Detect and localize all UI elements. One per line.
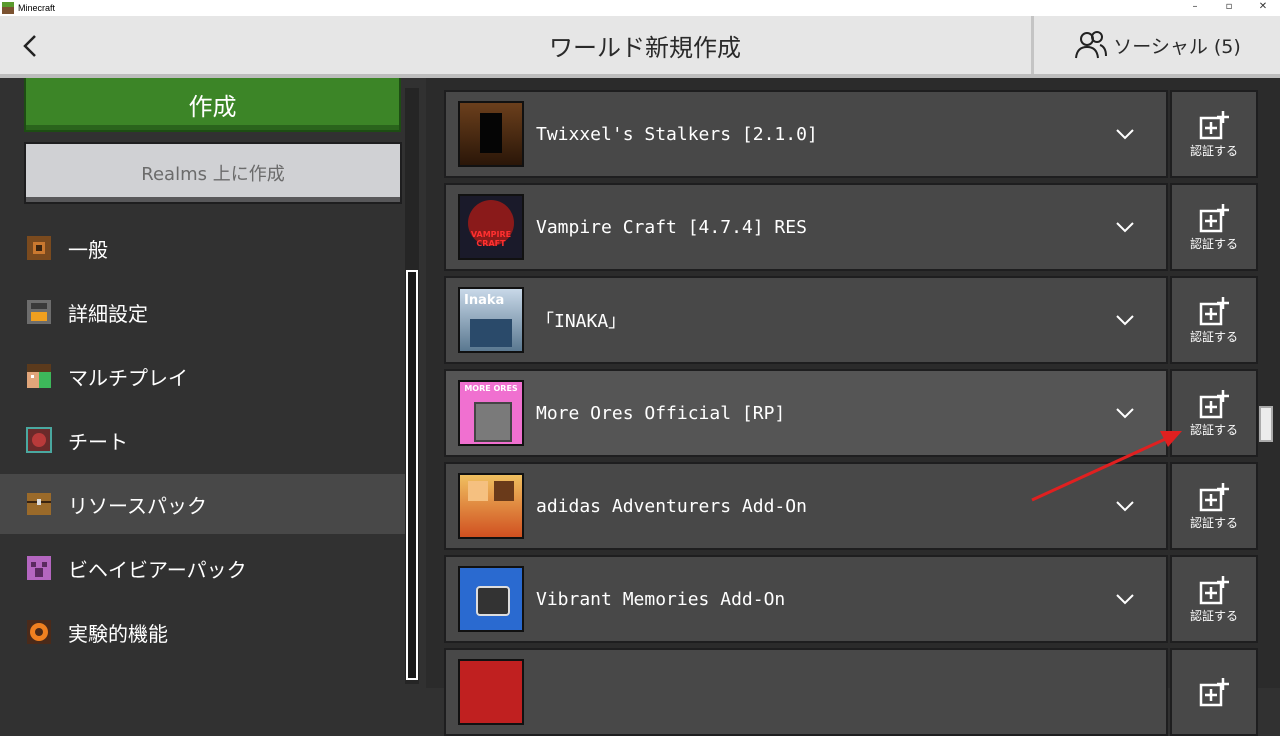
sidebar-scrollbar-thumb[interactable] xyxy=(406,270,418,680)
pack-name: Vampire Craft [4.7.4] RES xyxy=(536,216,807,238)
add-pack-icon xyxy=(1199,575,1229,604)
flask-icon xyxy=(27,620,51,644)
players-icon xyxy=(27,364,51,388)
sidebar-item-label: リソースパック xyxy=(68,493,207,518)
pack-list-scrollbar-thumb[interactable] xyxy=(1259,406,1273,442)
header-bar: ワールド新規作成 ソーシャル (5) xyxy=(0,16,1280,78)
window-title: Minecraft xyxy=(18,3,56,13)
sidebar-item-cheats[interactable]: チート xyxy=(0,410,405,470)
pack-icon xyxy=(458,659,524,725)
window-titlebar: Minecraft – ▫ ✕ xyxy=(0,0,1280,16)
authenticate-button[interactable] xyxy=(1170,648,1258,736)
create-on-realms-button[interactable]: Realms 上に作成 xyxy=(24,142,402,204)
pack-name: 「INAKA」 xyxy=(536,311,627,332)
sidebar-item-general[interactable]: 一般 xyxy=(0,218,405,278)
pack-row-main[interactable]: Inaka 「INAKA」 xyxy=(444,276,1168,364)
add-pack-icon xyxy=(1199,678,1229,707)
pack-icon-text: Inaka xyxy=(464,293,505,308)
authenticate-label: 認証する xyxy=(1189,236,1238,251)
social-label: ソーシャル (5) xyxy=(1113,35,1241,58)
add-pack-icon xyxy=(1199,110,1229,139)
pack-icon: MORE ORES xyxy=(458,380,524,446)
creeper-icon xyxy=(27,556,51,580)
sidebar-item-resource-packs[interactable]: リソースパック xyxy=(0,474,405,534)
command-block-icon xyxy=(26,427,52,453)
authenticate-button[interactable]: 認証する xyxy=(1170,462,1258,550)
chest-icon xyxy=(27,493,51,515)
pack-row: adidas Adventurers Add-On 認証する xyxy=(444,462,1258,550)
add-pack-icon xyxy=(1199,296,1229,325)
sidebar-item-advanced-settings[interactable]: 詳細設定 xyxy=(0,282,405,342)
pack-icon-text: MORE ORES xyxy=(464,384,518,393)
authenticate-label: 認証する xyxy=(1189,515,1238,530)
chevron-down-icon[interactable] xyxy=(1110,496,1140,517)
pack-row: Twixxel's Stalkers [2.1.0] 認証する xyxy=(444,90,1258,178)
sidebar-item-experiments[interactable]: 実験的機能 xyxy=(0,602,405,662)
pack-row-main[interactable]: Vibrant Memories Add-On xyxy=(444,555,1168,643)
chevron-down-icon[interactable] xyxy=(1110,310,1140,331)
pack-row: Inaka 「INAKA」 認証する xyxy=(444,276,1258,364)
chevron-down-icon[interactable] xyxy=(1110,589,1140,610)
pack-icon xyxy=(458,101,524,167)
sidebar: 作成 Realms 上に作成 一般 詳細設定 マルチプレイ チート リソースパッ… xyxy=(0,78,426,688)
sidebar-item-label: 一般 xyxy=(68,237,108,262)
pack-name: adidas Adventurers Add-On xyxy=(536,495,807,517)
pack-icon xyxy=(458,473,524,539)
window-controls: – ▫ ✕ xyxy=(1178,0,1280,16)
pack-row xyxy=(444,648,1258,736)
sidebar-item-label: 詳細設定 xyxy=(68,301,148,326)
add-pack-icon xyxy=(1199,203,1229,232)
social-button[interactable]: ソーシャル (5) xyxy=(1031,16,1280,74)
minecraft-app-icon xyxy=(2,2,14,14)
create-button[interactable]: 作成 xyxy=(24,78,401,132)
authenticate-label: 認証する xyxy=(1189,329,1238,344)
gear-icon xyxy=(27,236,51,260)
authenticate-button[interactable]: 認証する xyxy=(1170,183,1258,271)
pack-icon-text: VAMPIRE CRAFT xyxy=(470,230,512,248)
pack-row: MORE ORES More Ores Official [RP] 認証する xyxy=(444,369,1258,457)
sidebar-item-label: チート xyxy=(68,429,128,454)
pack-name: Vibrant Memories Add-On xyxy=(536,588,786,610)
close-button[interactable]: ✕ xyxy=(1246,0,1280,16)
add-pack-icon xyxy=(1199,482,1229,511)
furnace-icon xyxy=(27,300,51,324)
sidebar-item-behavior-packs[interactable]: ビヘイビアーパック xyxy=(0,538,405,598)
authenticate-button[interactable]: 認証する xyxy=(1170,555,1258,643)
authenticate-label: 認証する xyxy=(1189,422,1238,437)
pack-row-main[interactable]: adidas Adventurers Add-On xyxy=(444,462,1168,550)
minimize-button[interactable]: – xyxy=(1178,0,1212,16)
pack-row-main[interactable]: MORE ORES More Ores Official [RP] xyxy=(444,369,1168,457)
authenticate-label: 認証する xyxy=(1189,143,1238,158)
pack-name: Twixxel's Stalkers [2.1.0] xyxy=(536,123,818,145)
pack-row: Vibrant Memories Add-On 認証する xyxy=(444,555,1258,643)
chevron-down-icon[interactable] xyxy=(1110,217,1140,238)
pack-icon: VAMPIRE CRAFT xyxy=(458,194,524,260)
authenticate-button[interactable]: 認証する xyxy=(1170,369,1258,457)
maximize-button[interactable]: ▫ xyxy=(1212,0,1246,16)
authenticate-button[interactable]: 認証する xyxy=(1170,276,1258,364)
authenticate-label: 認証する xyxy=(1189,608,1238,623)
pack-name: More Ores Official [RP] xyxy=(536,402,786,424)
pack-row: VAMPIRE CRAFT Vampire Craft [4.7.4] RES … xyxy=(444,183,1258,271)
sidebar-item-label: ビヘイビアーパック xyxy=(68,557,247,582)
people-icon xyxy=(1075,31,1108,59)
pack-icon: Inaka xyxy=(458,287,524,353)
sidebar-item-label: 実験的機能 xyxy=(68,621,168,646)
pack-row-main[interactable]: VAMPIRE CRAFT Vampire Craft [4.7.4] RES xyxy=(444,183,1168,271)
pack-icon xyxy=(458,566,524,632)
chevron-down-icon[interactable] xyxy=(1110,124,1140,145)
pack-row-main[interactable]: Twixxel's Stalkers [2.1.0] xyxy=(444,90,1168,178)
sidebar-item-label: マルチプレイ xyxy=(68,365,188,390)
authenticate-button[interactable]: 認証する xyxy=(1170,90,1258,178)
pack-row-main[interactable] xyxy=(444,648,1168,736)
sidebar-item-multiplayer[interactable]: マルチプレイ xyxy=(0,346,405,406)
chevron-down-icon[interactable] xyxy=(1110,403,1140,424)
add-pack-icon xyxy=(1199,389,1229,418)
